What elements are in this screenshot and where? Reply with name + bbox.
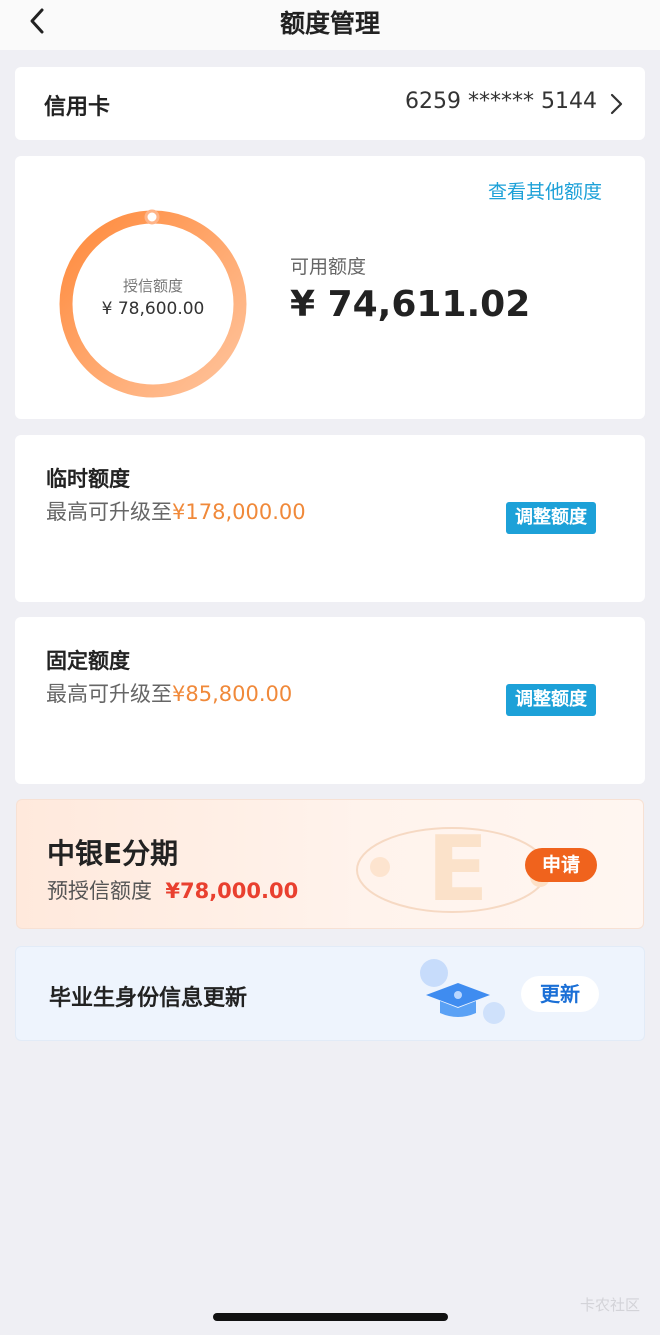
card-selector[interactable]: 信用卡 6259 ****** 5144: [15, 67, 645, 140]
temp-limit-card: 临时额度 最高可升级至¥178,000.00 调整额度: [15, 435, 645, 602]
available-value: ¥ 74,611.02: [290, 284, 531, 325]
temp-limit-title: 临时额度: [46, 467, 130, 491]
ring-label: 授信额度: [122, 277, 183, 295]
ring-value: ¥ 78,600.00: [101, 299, 205, 319]
graduate-update-card[interactable]: 毕业生身份信息更新 更新: [15, 946, 645, 1041]
fixed-limit-title: 固定额度: [46, 649, 130, 673]
watermark: 卡农社区: [579, 1296, 640, 1314]
fixed-limit-sub: 最高可升级至¥85,800.00: [46, 678, 292, 708]
credit-limit-ring: 授信额度 ¥ 78,600.00: [48, 199, 258, 409]
e-installment-title: 中银E分期: [47, 837, 179, 870]
apply-button[interactable]: 申请: [525, 848, 597, 882]
update-button[interactable]: 更新: [521, 976, 599, 1012]
fixed-limit-card: 固定额度 最高可升级至¥85,800.00 调整额度: [15, 617, 645, 784]
e-installment-sub: 预授信额度 ¥78,000.00: [47, 875, 298, 905]
sub-prefix: 预授信额度: [47, 879, 152, 903]
other-limits-link[interactable]: 查看其他额度: [488, 177, 602, 204]
page-title: 额度管理: [279, 9, 380, 38]
graduation-cap-icon: [420, 959, 505, 1024]
home-indicator[interactable]: [213, 1313, 448, 1321]
sub-prefix: 最高可升级至: [46, 682, 172, 706]
available-label: 可用额度: [290, 256, 367, 278]
nav-bar: 额度管理: [0, 0, 660, 50]
sub-prefix: 最高可升级至: [46, 500, 172, 524]
temp-limit-sub: 最高可升级至¥178,000.00: [46, 496, 306, 526]
adjust-temp-limit-button[interactable]: 调整额度: [506, 502, 596, 534]
e-installment-amount: ¥78,000.00: [165, 879, 299, 903]
card-type-label: 信用卡: [44, 95, 111, 120]
right-chevron-icon: [610, 93, 623, 115]
adjust-fixed-limit-button[interactable]: 调整额度: [506, 684, 596, 716]
card-number: 6259 ****** 5144: [405, 89, 597, 114]
fixed-limit-amount: ¥85,800.00: [172, 682, 293, 706]
temp-limit-amount: ¥178,000.00: [172, 500, 306, 524]
limit-overview-card: 查看其他额度 授信额度 ¥ 78,600.00 可用额度 ¥ 74,611.02: [15, 156, 645, 419]
svg-text:E: E: [427, 817, 488, 922]
e-installment-card[interactable]: E 中银E分期 预授信额度 ¥78,000.00 申请: [16, 799, 644, 929]
graduate-title: 毕业生身份信息更新: [49, 986, 248, 1011]
